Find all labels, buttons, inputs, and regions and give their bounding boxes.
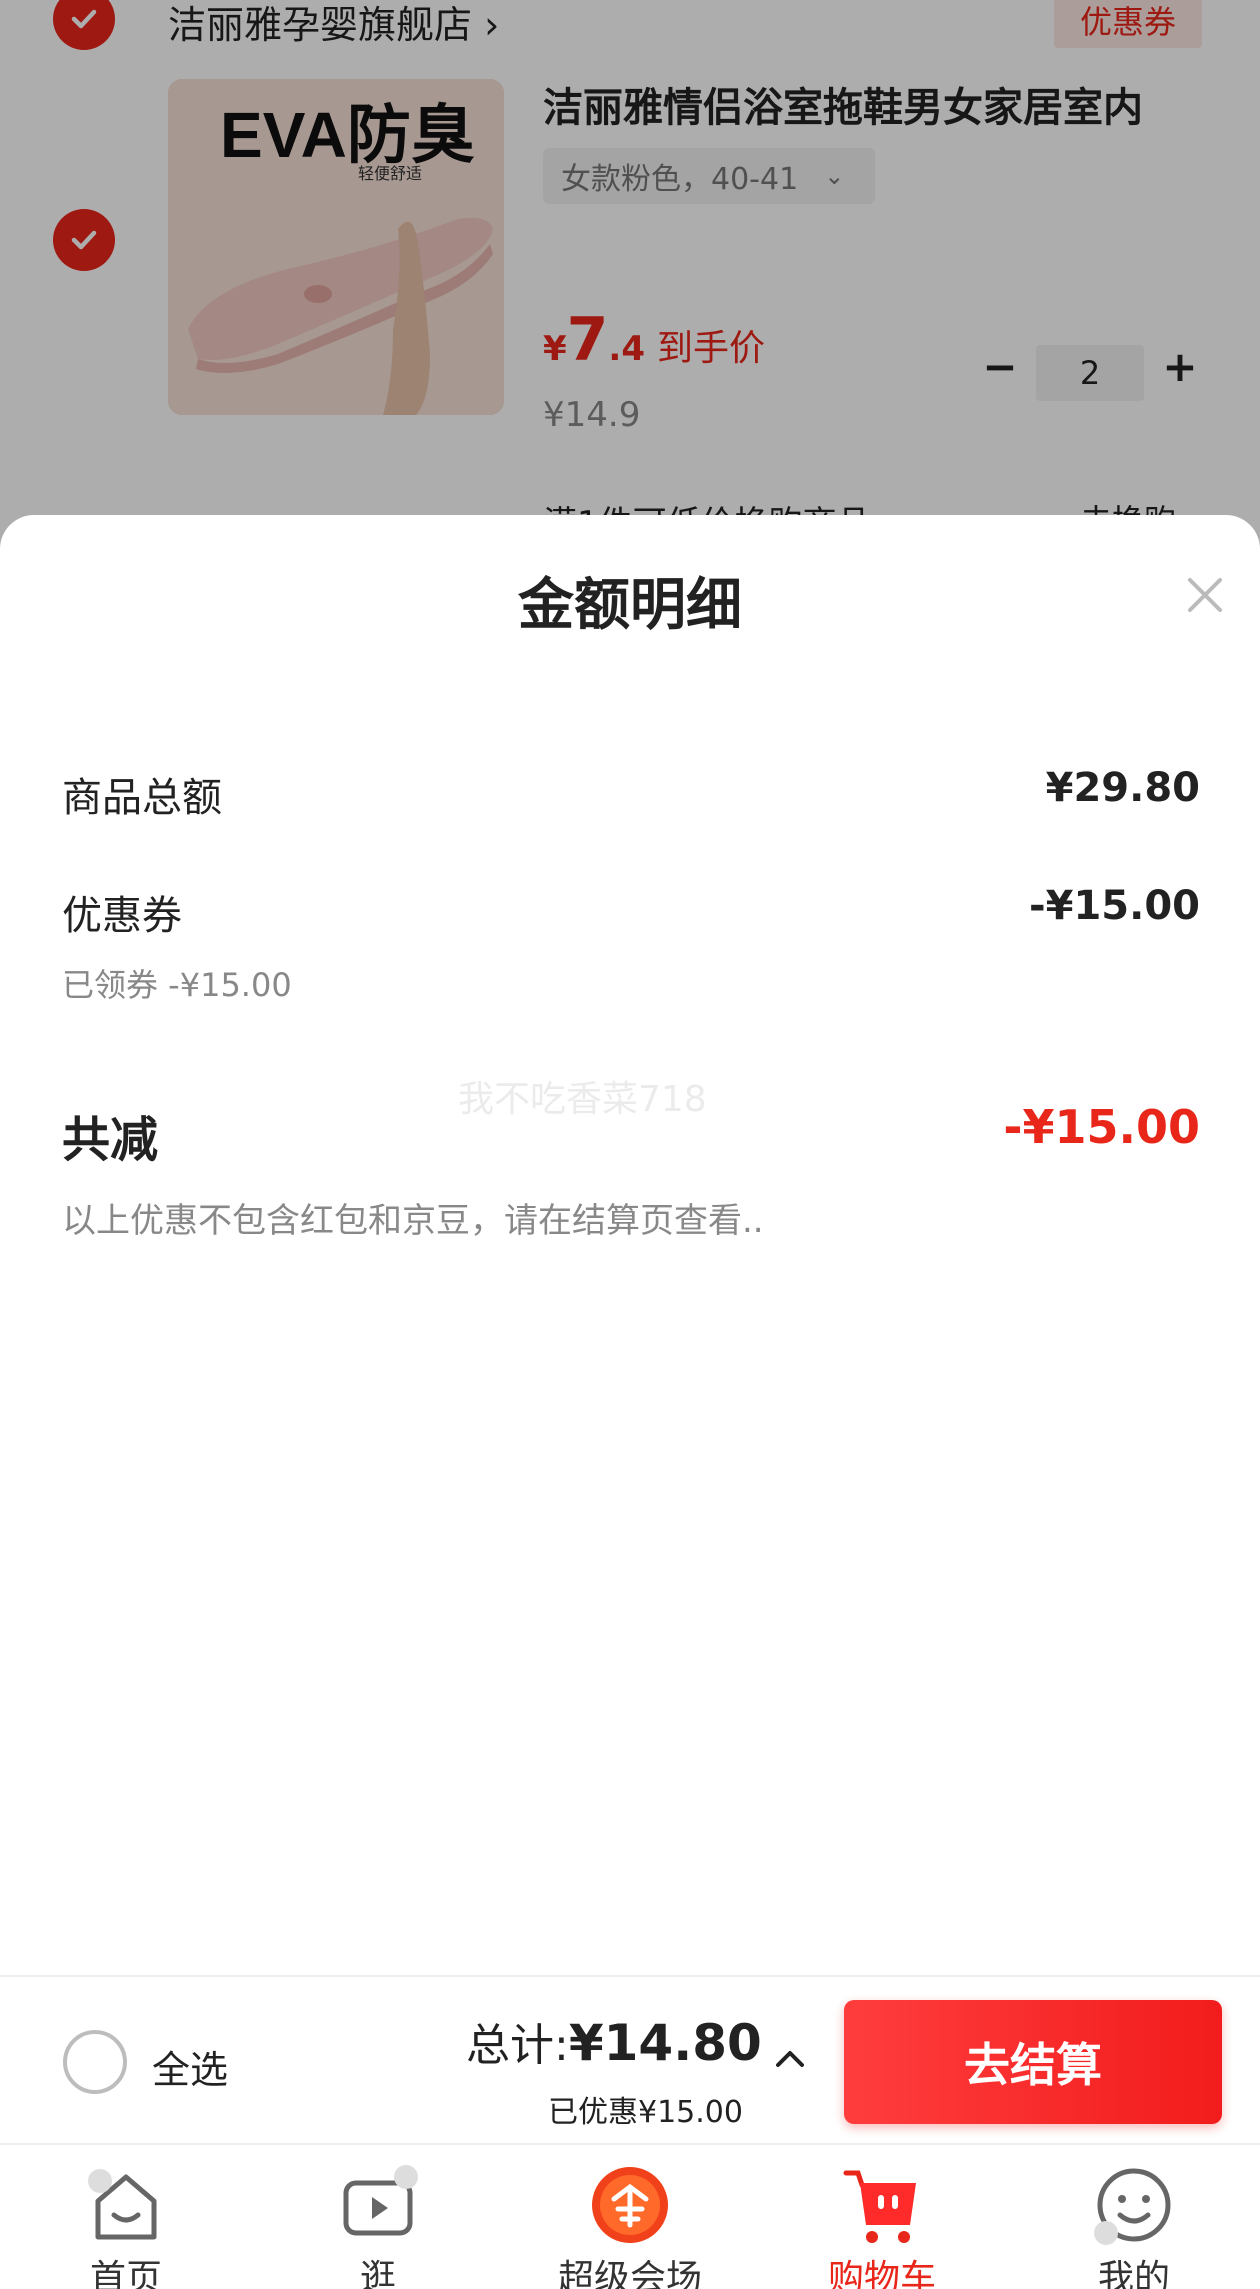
close-icon[interactable] [1180, 570, 1230, 620]
total-discount-label: 共减 [62, 1112, 159, 1168]
discount-note: 以上优惠不包含红包和京豆，请在结算页查看.. [62, 1201, 764, 1241]
tab-label: 超级会场 [557, 2258, 702, 2289]
saved-amount: 已优惠¥15.00 [548, 2095, 743, 2130]
goods-total-label: 商品总额 [62, 775, 222, 821]
coupon-label: 优惠券 [62, 893, 182, 939]
venue-icon [592, 2167, 668, 2243]
select-all-label[interactable]: 全选 [152, 2039, 228, 2094]
tab-profile[interactable]: 我的 [1008, 2145, 1260, 2289]
select-all-radio[interactable] [63, 2030, 127, 2094]
tab-label: 我的 [1097, 2258, 1170, 2289]
home-icon [88, 2169, 157, 2240]
dim-overlay[interactable] [0, 0, 1260, 560]
tab-home[interactable]: 首页 [0, 2145, 252, 2289]
sheet-title: 金额明细 [518, 573, 742, 638]
tab-browse[interactable]: 逛 [252, 2145, 504, 2289]
tab-super-venue[interactable]: 超级会场 [504, 2145, 756, 2289]
tab-cart[interactable]: 购物车 [756, 2145, 1008, 2289]
profile-icon [1094, 2168, 1171, 2245]
coupon-claimed-text: 已领券 -¥15.00 [62, 966, 292, 1004]
chevron-up-icon[interactable] [770, 2039, 810, 2079]
watermark: 我不吃香菜718 [458, 1079, 707, 1120]
total-discount-value: -¥15.00 [1003, 1100, 1200, 1154]
total-value: ¥14.80 [568, 2014, 762, 2072]
tab-label: 购物车 [827, 2258, 936, 2289]
checkout-bar: 全选 总计:¥14.80 已优惠¥15.00 去结算 [0, 1975, 1260, 2143]
order-total: 总计:¥14.80 [466, 2009, 762, 2073]
checkout-button[interactable]: 去结算 [844, 2000, 1222, 2124]
cart-icon [843, 2170, 916, 2243]
video-icon [343, 2165, 418, 2236]
bottom-tab-bar: 首页 逛 超级会场 购物车 我的 [0, 2143, 1260, 2289]
total-label: 总计: [466, 2020, 569, 2071]
tab-label: 首页 [89, 2258, 162, 2289]
goods-total-value: ¥29.80 [1045, 765, 1200, 811]
coupon-value: -¥15.00 [1029, 883, 1200, 929]
tab-label: 逛 [359, 2258, 396, 2289]
amount-detail-sheet: 金额明细 商品总额 ¥29.80 优惠券 -¥15.00 已领券 -¥15.00… [0, 515, 1260, 1975]
